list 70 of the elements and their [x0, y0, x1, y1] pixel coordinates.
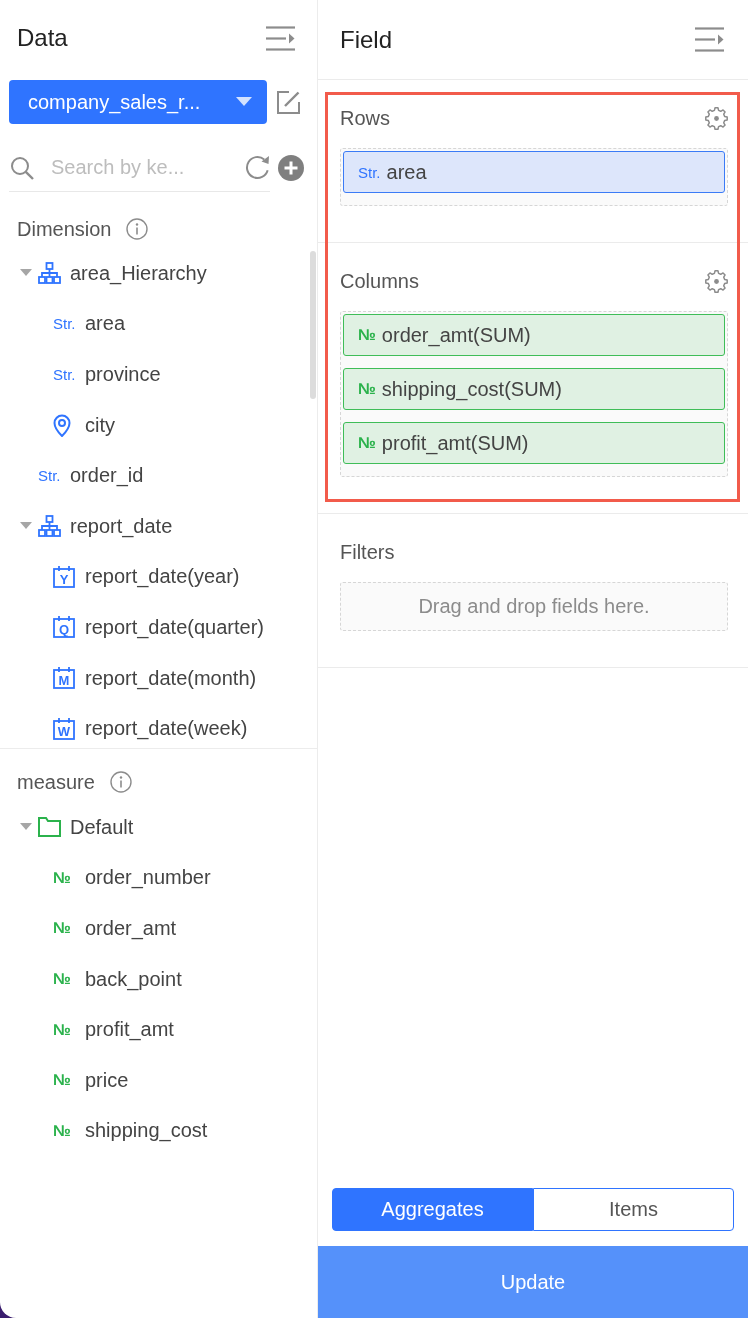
tree-item[interactable]: № profit_amt — [53, 1014, 174, 1045]
search-icon — [10, 155, 34, 180]
settings-icon[interactable] — [705, 269, 728, 293]
type-label: № — [53, 971, 71, 988]
tree-item[interactable]: Str. province — [53, 359, 161, 390]
tree-item[interactable]: Default — [20, 812, 134, 843]
panel-title: Field — [340, 25, 393, 54]
field-item[interactable]: № profit_amt(SUM) — [343, 422, 725, 464]
type-label: Str. — [53, 367, 76, 382]
caret-icon[interactable] — [20, 269, 32, 278]
type-label: № — [53, 1122, 71, 1139]
section-title: Columns — [340, 269, 419, 293]
field-item[interactable]: № order_amt(SUM) — [343, 314, 725, 356]
calendar-icon: Q — [53, 616, 75, 639]
type-label: Str. — [358, 164, 381, 180]
calendar-icon: M — [53, 667, 75, 690]
type-label: Str. — [53, 316, 76, 332]
plus-circle-icon[interactable] — [278, 155, 304, 181]
drop-zone[interactable]: Str. area — [340, 148, 728, 206]
tree-item[interactable]: area_Hierarchy — [20, 258, 207, 289]
type-label: № — [358, 381, 376, 397]
indent-icon[interactable] — [266, 25, 295, 51]
mode-tab[interactable]: Aggregates — [332, 1188, 533, 1231]
calendar-icon: W — [53, 717, 75, 740]
calendar-icon: Y — [53, 565, 75, 588]
hierarchy-icon — [38, 515, 61, 538]
dataset-select[interactable]: company_sales_r... — [9, 80, 267, 124]
tree-item[interactable]: Str. area — [53, 308, 126, 339]
edit-icon[interactable] — [277, 90, 300, 114]
settings-icon[interactable] — [705, 106, 728, 130]
group-title: Dimension — [17, 217, 112, 241]
location-pin-icon — [53, 413, 71, 437]
tree-item[interactable]: Q report_date(quarter) — [53, 612, 264, 643]
tree-item[interactable]: № shipping_cost — [53, 1115, 208, 1146]
refresh-icon[interactable] — [245, 155, 270, 180]
section-title: Rows — [340, 106, 390, 130]
panel-title: Data — [17, 24, 68, 52]
mode-tab[interactable]: Items — [533, 1188, 734, 1231]
tree-item[interactable]: № order_number — [53, 862, 211, 893]
tree-item[interactable]: № order_amt — [53, 913, 177, 944]
tree-item[interactable]: Y report_date(year) — [53, 561, 240, 592]
field-item[interactable]: № shipping_cost(SUM) — [343, 368, 725, 410]
search-input[interactable]: Search by ke... — [51, 156, 239, 179]
drop-zone[interactable]: № order_amt(SUM) № shipping_cost(SUM) № profit_amt(SUM) — [340, 311, 728, 477]
type-label: № — [53, 920, 71, 937]
tree-item[interactable]: M report_date(month) — [53, 663, 257, 694]
folder-icon — [38, 817, 61, 838]
tree-item[interactable]: city — [53, 410, 115, 441]
group-title: measure — [17, 770, 95, 794]
info-icon — [126, 218, 149, 240]
scrollbar-thumb[interactable] — [310, 251, 316, 399]
info-icon — [109, 771, 132, 793]
caret-icon[interactable] — [20, 823, 32, 832]
type-label: № — [358, 327, 376, 343]
type-label: № — [53, 1072, 71, 1089]
type-label: № — [53, 1021, 71, 1038]
type-label: № — [53, 869, 71, 886]
tree-item[interactable]: Str. order_id — [38, 460, 144, 491]
tree-item[interactable]: № price — [53, 1065, 129, 1096]
caret-icon — [236, 97, 252, 107]
tree-item[interactable]: № back_point — [53, 964, 182, 995]
indent-icon[interactable] — [695, 27, 724, 52]
caret-icon[interactable] — [20, 522, 32, 531]
field-item[interactable]: Str. area — [343, 151, 725, 193]
hierarchy-icon — [38, 262, 61, 285]
section-title: Filters — [340, 540, 395, 564]
tree-item[interactable]: W report_date(week) — [53, 713, 248, 744]
type-label: Str. — [38, 468, 61, 484]
tree-item[interactable]: report_date — [20, 511, 173, 542]
type-label: № — [358, 435, 376, 451]
